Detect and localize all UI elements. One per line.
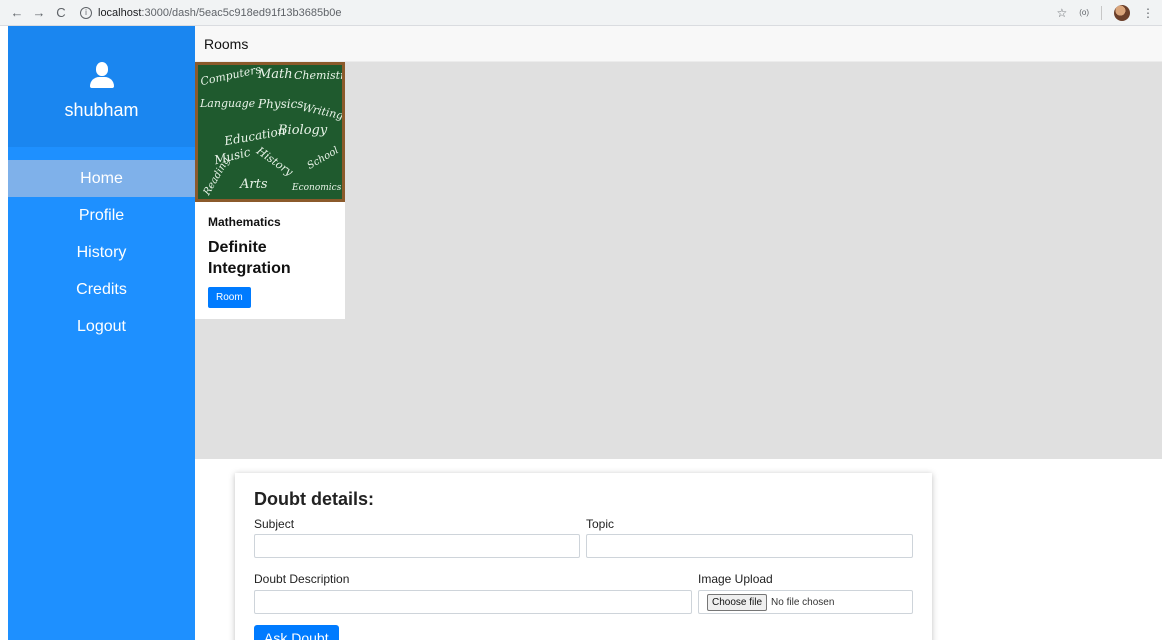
page-title: Rooms [204, 35, 249, 52]
bookmark-star-icon[interactable]: ☆ [1056, 6, 1067, 20]
chalk-word: Economics [292, 183, 342, 193]
menu-dots-icon[interactable]: ⋮ [1142, 6, 1154, 20]
room-button[interactable]: Room [208, 287, 251, 308]
sidebar-item-history[interactable]: History [8, 234, 195, 271]
room-subject: Mathematics [208, 215, 281, 229]
chalk-word: Math [258, 67, 293, 82]
chalk-word: Computers [199, 62, 263, 89]
doubt-form-title: Doubt details: [254, 489, 374, 509]
cast-icon[interactable]: (o) [1079, 8, 1089, 17]
chalkboard-image: Computers Math Chemistry Language Physic… [195, 62, 345, 202]
browser-toolbar: ← → C i localhost:3000/dash/5eac5c918ed9… [0, 0, 1162, 26]
profile-avatar[interactable] [1114, 4, 1130, 21]
back-arrow-icon[interactable]: ← [8, 4, 26, 22]
rooms-grid: Computers Math Chemistry Language Physic… [195, 62, 1162, 459]
subject-input[interactable] [254, 534, 580, 558]
sidebar-item-profile[interactable]: Profile [8, 197, 195, 234]
browser-actions: ☆ (o) ⋮ [1056, 4, 1154, 21]
sidebar-header: shubham [8, 26, 195, 147]
sidebar: shubham Home Profile History Credits Log… [8, 26, 195, 640]
chalk-word: Physics [258, 97, 304, 111]
toolbar-divider [1101, 5, 1102, 20]
url-host: localhost [98, 6, 142, 19]
doubt-form: Doubt details: Subject Topic Doubt Descr… [235, 473, 932, 640]
page-header: Rooms [195, 26, 1162, 62]
room-topic: Definite Integration [208, 239, 291, 277]
chalk-word: Arts [240, 177, 268, 192]
description-input[interactable] [254, 590, 692, 614]
url-path: :3000/dash/5eac5c918ed91f13b3685b0e [141, 6, 342, 19]
topic-label: Topic [586, 517, 615, 531]
chalk-word: Writing [301, 100, 345, 123]
sidebar-item-logout[interactable]: Logout [8, 308, 195, 345]
forward-arrow-icon[interactable]: → [30, 4, 48, 22]
chalk-word: Education [223, 123, 287, 149]
sidebar-nav: Home Profile History Credits Logout [8, 160, 195, 345]
image-upload-label: Image Upload [698, 572, 773, 586]
address-bar[interactable]: i localhost:3000/dash/5eac5c918ed91f13b3… [80, 3, 341, 23]
subject-label: Subject [254, 517, 295, 531]
file-status: No file chosen [771, 596, 835, 608]
chalk-word: Chemistry [294, 69, 345, 82]
user-icon [89, 62, 115, 90]
chalk-word: Language [200, 97, 256, 110]
topic-input[interactable] [586, 534, 913, 558]
sidebar-item-credits[interactable]: Credits [8, 271, 195, 308]
description-label: Doubt Description [254, 572, 350, 586]
room-card: Computers Math Chemistry Language Physic… [195, 62, 345, 319]
username: shubham [64, 100, 139, 120]
info-icon[interactable]: i [80, 6, 92, 19]
chalk-word: History [254, 144, 296, 179]
choose-file-button[interactable]: Choose file [707, 593, 768, 611]
ask-doubt-button[interactable]: Ask Doubt [254, 625, 339, 640]
reload-icon[interactable]: C [52, 4, 70, 22]
sidebar-item-home[interactable]: Home [8, 160, 195, 197]
chalk-word: School [305, 145, 341, 172]
main-content: Rooms Computers Math Chemistry Language … [195, 26, 1162, 640]
image-upload-field[interactable]: Choose file No file chosen [698, 590, 913, 614]
